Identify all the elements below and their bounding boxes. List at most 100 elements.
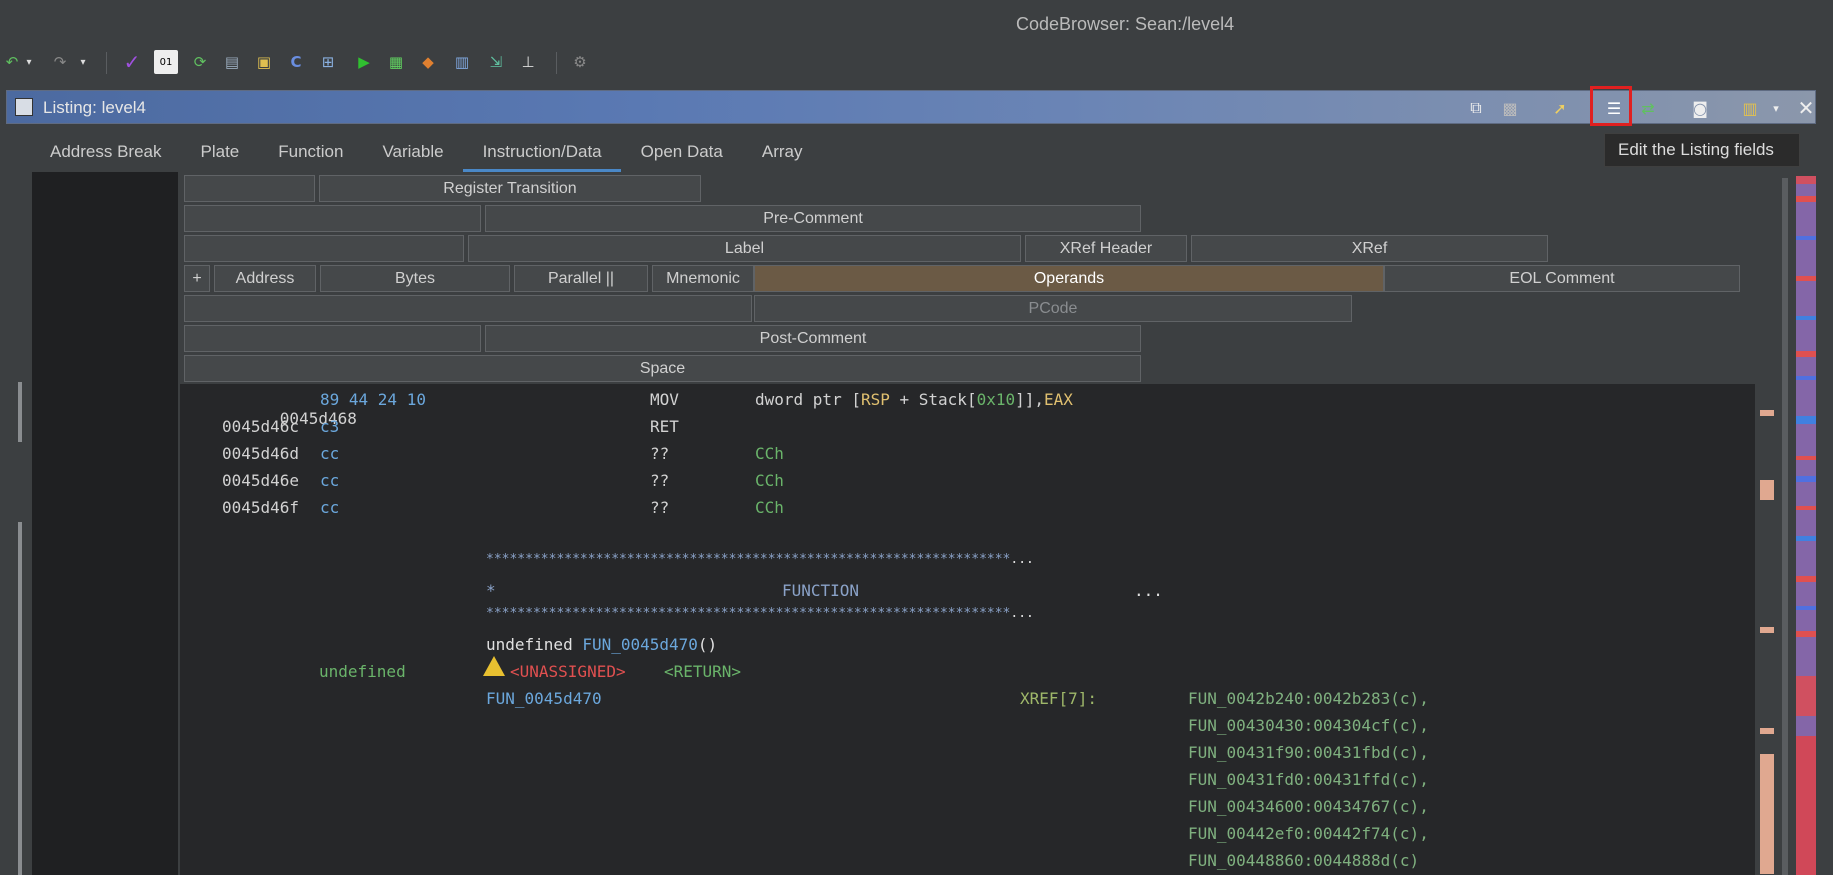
- tab-instruction-data[interactable]: Instruction/Data: [462, 130, 621, 172]
- operands: CCh: [755, 471, 784, 490]
- warning-icon: [483, 654, 505, 678]
- layout-dropdown-icon[interactable]: ▾: [1763, 95, 1789, 121]
- color-icon[interactable]: C: [284, 50, 308, 74]
- memory-map-icon[interactable]: ▤: [220, 50, 244, 74]
- operands: dword ptr [RSP + Stack[0x10]],EAX: [755, 390, 1073, 409]
- layout-icon[interactable]: ▥: [1737, 95, 1763, 121]
- refresh-icon[interactable]: ⟳: [188, 50, 212, 74]
- hierarchy-icon[interactable]: ⊥: [516, 50, 540, 74]
- field-register-transition[interactable]: Register Transition: [319, 175, 701, 202]
- folder-icon[interactable]: ▣: [252, 50, 276, 74]
- operands: CCh: [755, 444, 784, 463]
- tab-address-break[interactable]: Address Break: [30, 130, 181, 172]
- tab-variable[interactable]: Variable: [362, 130, 462, 172]
- function-label[interactable]: FUN_0045d470: [486, 689, 602, 708]
- export-icon[interactable]: ⇲: [484, 50, 508, 74]
- field-empty[interactable]: [184, 205, 481, 232]
- listing-title: Listing: level4: [43, 98, 147, 117]
- listing-view[interactable]: 0045d468 89 44 24 10 MOV dword ptr [RSP …: [180, 384, 1755, 875]
- tab-open-data[interactable]: Open Data: [621, 130, 742, 172]
- window-title: CodeBrowser: Sean:/level4: [1016, 14, 1235, 34]
- checkmark-icon[interactable]: ✓: [120, 50, 144, 74]
- xref-item[interactable]: FUN_00434600:00434767(c),: [1188, 797, 1429, 816]
- field-empty[interactable]: [184, 235, 464, 262]
- address[interactable]: 0045d46e: [222, 471, 299, 490]
- field-tabs: Address Break Plate Function Variable In…: [30, 130, 822, 172]
- tooltip: Edit the Listing fields: [1604, 133, 1800, 167]
- overview-bar[interactable]: [1796, 176, 1816, 875]
- binary-icon[interactable]: 01: [154, 50, 178, 74]
- main-toolbar: ↶ ▾ ↷ ▾ ✓ 01 ⟳ ▤ ▣ C ⊞ ▶ ▦ ◆ ▥ ⇲ ⊥ ⚙: [0, 44, 1833, 80]
- field-address[interactable]: Address: [214, 265, 316, 292]
- field-plus[interactable]: +: [184, 265, 210, 292]
- plate-function-label: FUNCTION: [782, 581, 860, 600]
- field-parallel[interactable]: Parallel ||: [514, 265, 648, 292]
- field-operands[interactable]: Operands: [754, 265, 1384, 292]
- mnemonic: ??: [650, 444, 670, 463]
- operands: CCh: [755, 498, 784, 517]
- plate-border: ****************************************…: [486, 606, 1034, 621]
- field-space[interactable]: Space: [184, 355, 1141, 382]
- bytes: cc: [320, 444, 340, 463]
- redo-icon[interactable]: ↷: [48, 50, 72, 74]
- table-icon[interactable]: ▥: [450, 50, 474, 74]
- return-type[interactable]: undefined: [319, 662, 406, 681]
- xref-item[interactable]: FUN_00442ef0:00442f74(c),: [1188, 824, 1429, 843]
- redo-dropdown-icon[interactable]: ▾: [76, 50, 90, 74]
- tab-function[interactable]: Function: [258, 130, 362, 172]
- xref-item[interactable]: FUN_00448860:0044888d(c): [1188, 851, 1419, 870]
- close-icon[interactable]: ✕: [1793, 95, 1819, 121]
- field-xref[interactable]: XRef: [1191, 235, 1548, 262]
- left-margin: [0, 172, 30, 875]
- tab-array[interactable]: Array: [742, 130, 822, 172]
- field-eol-comment[interactable]: EOL Comment: [1384, 265, 1740, 292]
- return-label: <RETURN>: [664, 662, 742, 681]
- copy-icon[interactable]: ⧉: [1463, 95, 1489, 121]
- marker-margin: [32, 172, 178, 875]
- xref-item[interactable]: FUN_00430430:004304cf(c),: [1188, 716, 1429, 735]
- function-signature[interactable]: undefined FUN_0045d470(): [486, 635, 717, 654]
- bytes: c3: [320, 417, 340, 436]
- gear-icon[interactable]: ⚙: [568, 50, 592, 74]
- field-empty[interactable]: [184, 175, 315, 202]
- field-bytes[interactable]: Bytes: [320, 265, 510, 292]
- diamond-icon[interactable]: ◆: [416, 50, 440, 74]
- field-mnemonic[interactable]: Mnemonic: [652, 265, 754, 292]
- address[interactable]: 0045d46f: [222, 498, 299, 517]
- xref-item[interactable]: FUN_00431fd0:00431ffd(c),: [1188, 770, 1429, 789]
- xref-item[interactable]: FUN_00431f90:00431fbd(c),: [1188, 743, 1429, 762]
- xref-item[interactable]: FUN_0042b240:0042b283(c),: [1188, 689, 1429, 708]
- bytes: 89 44 24 10: [320, 390, 426, 409]
- address[interactable]: 0045d46d: [222, 444, 299, 463]
- xref-header: XREF[7]:: [1020, 689, 1098, 708]
- bytes: cc: [320, 471, 340, 490]
- field-post-comment[interactable]: Post-Comment: [485, 325, 1141, 352]
- tree-icon[interactable]: ⊞: [316, 50, 340, 74]
- address[interactable]: 0045d46c: [222, 417, 299, 436]
- run-icon[interactable]: ▶: [352, 50, 376, 74]
- unassigned-storage: <UNASSIGNED>: [510, 662, 626, 681]
- listing-panel-header: Listing: level4 ⧉ ▩ ➚ ☰ ⇄ ◙ ▥ ▾ ✕: [6, 90, 1816, 124]
- diff-icon[interactable]: ⇄: [1635, 95, 1661, 121]
- chip-icon[interactable]: ▦: [384, 50, 408, 74]
- field-empty[interactable]: [184, 325, 481, 352]
- scroll-track[interactable]: [1782, 178, 1788, 875]
- undo-icon[interactable]: ↶: [0, 50, 24, 74]
- codebrowser-window: CodeBrowser: Sean:/level4 ↶ ▾ ↷ ▾ ✓ 01 ⟳…: [0, 0, 1833, 875]
- field-label[interactable]: Label: [468, 235, 1021, 262]
- paste-icon[interactable]: ▩: [1497, 95, 1523, 121]
- plate-star: *: [486, 581, 496, 600]
- field-xref-header[interactable]: XRef Header: [1025, 235, 1187, 262]
- plate-border: ****************************************…: [486, 552, 1034, 567]
- tab-plate[interactable]: Plate: [181, 130, 259, 172]
- field-pre-comment[interactable]: Pre-Comment: [485, 205, 1141, 232]
- cursor-highlight-icon[interactable]: ➚: [1547, 95, 1573, 121]
- field-pcode[interactable]: PCode: [754, 295, 1352, 322]
- mnemonic: MOV: [650, 390, 679, 409]
- snapshot-icon[interactable]: ◙: [1687, 95, 1713, 121]
- field-empty[interactable]: [184, 295, 752, 322]
- mnemonic: ??: [650, 471, 670, 490]
- listing-icon: [15, 98, 33, 116]
- title-bar: CodeBrowser: Sean:/level4: [0, 0, 1833, 40]
- undo-dropdown-icon[interactable]: ▾: [22, 50, 36, 74]
